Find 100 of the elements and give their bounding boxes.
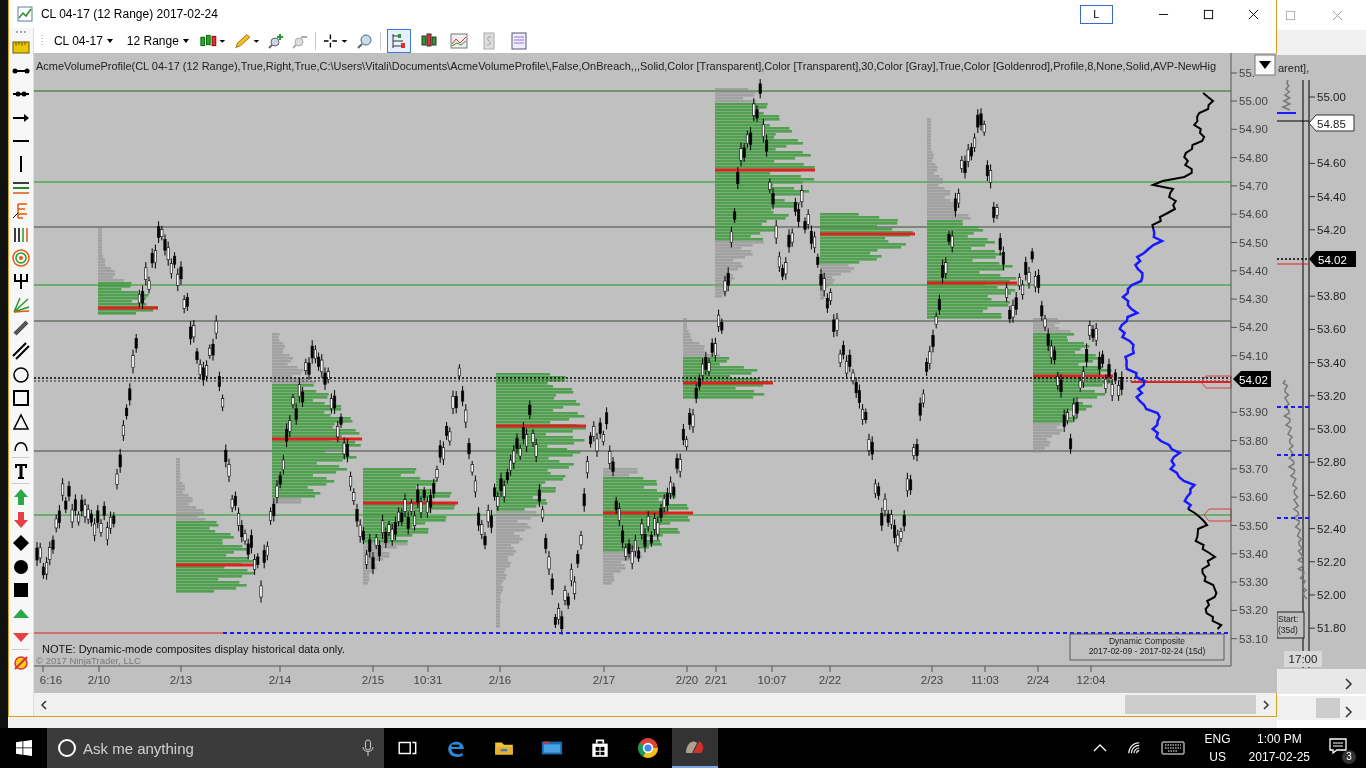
window-title: CL 04-17 (12 Range) 2017-02-24 (40, 7, 218, 21)
horizontal-scrollbar[interactable] (33, 693, 1276, 716)
tick-mark (279, 665, 281, 673)
tick-mark (1308, 461, 1316, 463)
tick-mark (771, 665, 773, 673)
time-axis-label: 10:31 (413, 674, 443, 686)
time-axis-label: 2/20 (675, 674, 699, 686)
scroll-right-icon[interactable] (1345, 678, 1352, 690)
price-axis-label: 54.60 (1316, 157, 1346, 170)
scrollbar-track[interactable] (1276, 669, 1366, 694)
price-axis-label: 53.40 (1316, 356, 1346, 369)
tick-mark (1230, 468, 1238, 470)
tick-mark (1308, 561, 1316, 563)
price-axis-label: 54.80 (1238, 151, 1268, 164)
composite-info-box: Dynamic Composite 2017-02-09 - 2017-02-24 (15d) (1069, 633, 1225, 661)
tick-mark (1230, 355, 1238, 357)
circle-icon (57, 738, 77, 758)
tick-mark (1308, 96, 1316, 98)
time-axis-label: 2/22 (818, 674, 842, 686)
tick-mark (1230, 157, 1238, 159)
price-line (1280, 79, 1292, 111)
tick-mark (42, 665, 44, 673)
region-text[interactable]: US (1209, 748, 1226, 766)
scroll-right-icon[interactable] (1260, 699, 1271, 710)
triangle-icon[interactable] (10, 411, 31, 432)
dashed-level-line (1276, 517, 1310, 519)
scrollbar-thumb[interactable] (1315, 698, 1340, 718)
time-axis-label: 2/15 (361, 674, 385, 686)
maximize-icon[interactable] (1202, 8, 1214, 20)
price-axis-label: 51.80 (1316, 622, 1346, 635)
scroll-left-icon[interactable] (38, 699, 49, 710)
price-axis-label: 55.00 (1316, 91, 1346, 103)
search-field[interactable]: Ask me anything (47, 728, 384, 768)
browser-circle-icon[interactable] (637, 737, 659, 759)
tick-mark (1230, 100, 1238, 102)
interval-dropdown[interactable]: 12 Range (122, 33, 193, 48)
pointer-tag-icon (1203, 508, 1232, 522)
circle-icon[interactable] (10, 364, 31, 385)
price-axis-label: 54.20 (1316, 223, 1346, 236)
price-axis-label: 54.70 (1238, 179, 1268, 192)
trading-app-taskbar-button[interactable] (672, 728, 718, 768)
grip-icon[interactable] (13, 30, 28, 34)
windows-start-icon[interactable] (16, 740, 32, 756)
tick-mark (1230, 326, 1238, 328)
price-axis-label: 52.40 (1316, 522, 1346, 535)
tick-mark (1230, 440, 1238, 442)
tick-mark (1308, 594, 1316, 596)
time-axis-label: 2/14 (268, 674, 292, 686)
dashed-level-line (1276, 406, 1310, 408)
price-axis-label: 54.20 (1238, 321, 1268, 334)
magnifier-icon[interactable] (355, 31, 374, 50)
tick-mark (98, 665, 100, 673)
price-axis-label: 54.50 (1238, 236, 1268, 249)
chart-bars-icon[interactable] (386, 28, 411, 53)
time-axis-label: 2/16 (488, 674, 512, 686)
tick-mark (1308, 627, 1316, 629)
tick-mark (180, 665, 182, 673)
clock-time[interactable]: 1:00 PM (1256, 730, 1302, 748)
tick-mark (1230, 213, 1238, 215)
time-axis-label: 2/23 (920, 674, 944, 686)
level-line (1276, 120, 1310, 122)
panel-dropdown-button[interactable] (1254, 54, 1276, 76)
wifi-icon[interactable] (1126, 741, 1141, 755)
price-axis-label: 53.20 (1238, 604, 1268, 617)
zoom-in-icon[interactable] (266, 31, 285, 50)
microphone-icon[interactable] (362, 739, 374, 757)
store-icon[interactable] (589, 737, 611, 759)
price-axis-label: 54.40 (1238, 264, 1268, 277)
level-line (1276, 263, 1310, 265)
price-axis-label: 52.60 (1316, 489, 1346, 502)
crosshair-dropdown-icon[interactable] (321, 31, 350, 50)
scroll-right-icon[interactable] (1345, 706, 1352, 718)
indicator-label: arent], (1277, 62, 1310, 74)
pencil-dropdown-icon[interactable] (232, 31, 261, 50)
price-axis-label: 53.60 (1238, 491, 1268, 504)
price-axis-label: 54.10 (1238, 349, 1268, 362)
price-axis-label: 53.90 (1238, 406, 1268, 419)
account-button[interactable]: L (1079, 4, 1113, 24)
instrument-dropdown[interactable]: CL 04-17 (49, 33, 117, 48)
price-axis-label: 54.30 (1238, 293, 1268, 306)
time-axis-label: 2/10 (87, 674, 111, 686)
price-axis-label: 52.80 (1316, 456, 1346, 469)
price-axis-label: 53.80 (1316, 290, 1346, 303)
tick-mark (1308, 229, 1316, 231)
square-icon[interactable] (10, 388, 31, 409)
tick-mark (1308, 328, 1316, 330)
keyboard-icon[interactable] (1160, 741, 1185, 755)
tick-mark (715, 665, 717, 673)
clock-date[interactable]: 2017-02-25 (1248, 748, 1310, 766)
tick-mark (1230, 581, 1238, 583)
language-text[interactable]: ENG (1204, 730, 1231, 748)
time-axis-label: 2/17 (592, 674, 616, 686)
price-axis-label: 53.10 (1238, 632, 1268, 645)
close-icon[interactable] (1247, 8, 1259, 20)
tick-mark (1230, 242, 1238, 243)
notification-icon[interactable] (1328, 736, 1348, 756)
tick-mark (1308, 295, 1316, 297)
scrollbar-thumb[interactable] (1124, 695, 1256, 714)
diagonal-lines-icon[interactable] (10, 341, 31, 362)
tick-mark (372, 665, 374, 673)
